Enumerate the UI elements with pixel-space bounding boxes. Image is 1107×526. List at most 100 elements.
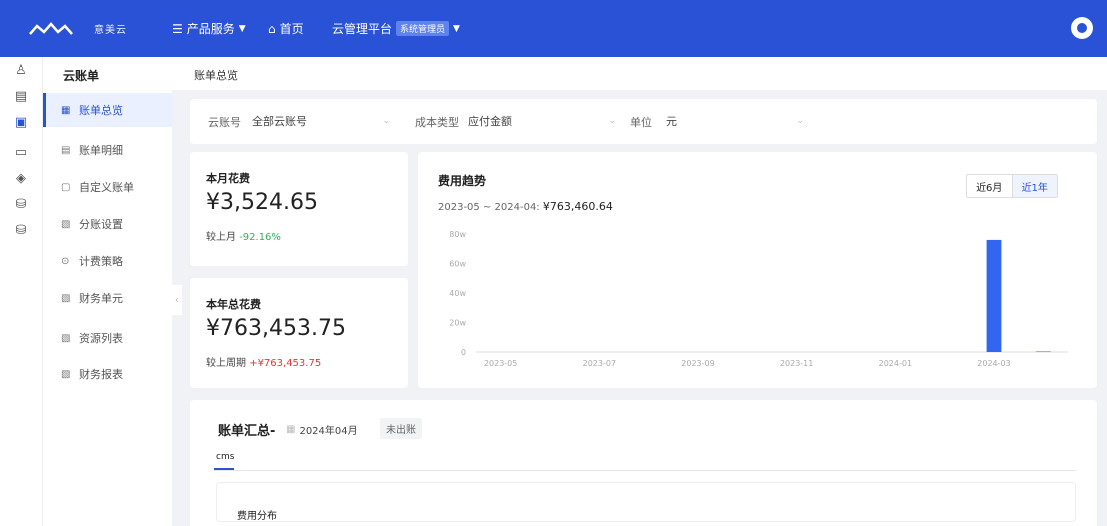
y-tick-label: 0 bbox=[461, 348, 466, 357]
summary-title: 账单汇总- bbox=[218, 424, 276, 439]
tab-cms[interactable]: cms bbox=[216, 452, 234, 462]
range-total: ¥763,460.64 bbox=[542, 200, 613, 213]
trend-range: 2023-05 ~ 2024-04: ¥763,460.64 bbox=[438, 200, 613, 213]
page-title: 账单总览 bbox=[194, 69, 238, 82]
compare-value: +¥763,453.75 bbox=[249, 358, 322, 369]
nav-home-label: 首页 bbox=[279, 22, 304, 36]
icon-rail: ♙ ▤ ▣ ▭ ◈ ⛁ ⛁ bbox=[0, 57, 42, 526]
nav-products-label: 产品服务 bbox=[186, 22, 235, 36]
compare-label: 较上周期 bbox=[206, 358, 246, 369]
y-tick-label: 20w bbox=[449, 319, 466, 328]
x-tick-label: 2023-11 bbox=[780, 359, 813, 368]
kpi-year-title: 本年总花费 bbox=[206, 298, 261, 311]
sidebar-item-resource-list[interactable]: ▧ 资源列表 bbox=[43, 321, 173, 355]
nav-home[interactable]: ⌂ 首页 bbox=[268, 20, 304, 37]
sidebar-item-billing-policy[interactable]: ⊙ 计费策略 bbox=[43, 244, 173, 278]
sidebar-item-finance-unit[interactable]: ▧ 财务单元 bbox=[43, 281, 173, 315]
dashboard-icon[interactable]: ▤ bbox=[13, 89, 29, 105]
sidebar-item-bill-detail[interactable]: ▤ 账单明细 bbox=[43, 133, 173, 167]
x-tick-label: 2023-07 bbox=[583, 359, 616, 368]
x-tick-label: 2024-01 bbox=[879, 359, 912, 368]
custom-icon: ▢ bbox=[61, 181, 71, 193]
kpi-month-compare: 较上月 -92.16% bbox=[206, 228, 281, 243]
kpi-year-value: ¥763,453.75 bbox=[206, 316, 346, 341]
bar-2024-03[interactable] bbox=[986, 239, 1002, 352]
toggle-6-months[interactable]: 近6月 bbox=[967, 175, 1013, 197]
database-icon[interactable]: ⛁ bbox=[13, 197, 29, 213]
shield-icon[interactable]: ◈ bbox=[13, 171, 29, 187]
sidebar-item-label: 分账设置 bbox=[79, 218, 123, 231]
storage-icon[interactable]: ⛁ bbox=[13, 223, 29, 239]
range-toggle: 近6月 近1年 bbox=[966, 174, 1058, 198]
collapse-sidebar-button[interactable]: ‹ bbox=[172, 285, 182, 315]
chevron-down-icon: ▼ bbox=[238, 23, 246, 34]
logo-mark-icon bbox=[29, 22, 73, 35]
summary-month-picker[interactable]: ▦ 2024年04月 bbox=[286, 422, 358, 437]
kpi-year-card: 本年总花费 ¥763,453.75 较上周期 +¥763,453.75 bbox=[190, 278, 408, 388]
menu-title: 云账单 bbox=[63, 69, 100, 83]
users-icon[interactable]: ♙ bbox=[13, 63, 29, 79]
logo-text: 意美云 bbox=[94, 24, 127, 36]
summary-month-value: 2024年04月 bbox=[299, 426, 358, 437]
bill-icon[interactable]: ▣ bbox=[13, 115, 29, 131]
sidebar-item-label: 资源列表 bbox=[79, 332, 123, 345]
chevron-left-icon: ‹ bbox=[175, 294, 179, 306]
home-icon: ⌂ bbox=[268, 21, 276, 36]
chevron-down-icon: ▼ bbox=[453, 23, 460, 34]
unit-select[interactable]: 元 ⌄ bbox=[660, 111, 810, 131]
status-badge: 未出账 bbox=[380, 418, 422, 439]
unit-select-value: 元 bbox=[666, 115, 677, 128]
sidebar-item-label: 财务单元 bbox=[79, 292, 123, 305]
compare-label: 较上月 bbox=[206, 232, 236, 243]
tab-divider bbox=[214, 470, 1076, 471]
toggle-1-year[interactable]: 近1年 bbox=[1012, 175, 1057, 197]
kpi-month-title: 本月花费 bbox=[206, 172, 250, 185]
x-tick-label: 2023-05 bbox=[484, 359, 517, 368]
top-nav-bar: 意美云 ☰ 产品服务 ▼ ⌂ 首页 云管理平台 系统管理员 ▼ bbox=[0, 0, 1107, 57]
distribution-title: 费用分布 bbox=[237, 511, 277, 522]
sidebar-item-label: 自定义账单 bbox=[79, 181, 134, 194]
y-tick-label: 80w bbox=[449, 230, 466, 239]
range-label: 2023-05 ~ 2024-04: bbox=[438, 202, 540, 213]
logo[interactable]: 意美云 bbox=[28, 18, 127, 38]
role-badge: 系统管理员 bbox=[396, 21, 450, 36]
account-select-value: 全部云账号 bbox=[252, 115, 307, 128]
sidebar-item-custom-bill[interactable]: ▢ 自定义账单 bbox=[43, 170, 173, 204]
unit-icon: ▧ bbox=[61, 292, 71, 304]
sidebar-item-label: 计费策略 bbox=[79, 255, 123, 268]
sidebar-item-finance-report[interactable]: ▧ 财务报表 bbox=[43, 357, 173, 391]
nav-products-menu[interactable]: ☰ 产品服务 ▼ bbox=[172, 20, 246, 37]
side-menu: 云账单 ▦ 账单总览 ▤ 账单明细 ▢ 自定义账单 ▧ 分账设置 ⊙ 计费策略 ▧ 财务单元… bbox=[42, 57, 173, 526]
compare-value: -92.16% bbox=[239, 232, 281, 243]
account-label: 云账号 bbox=[208, 116, 241, 129]
menu-icon: ☰ bbox=[172, 21, 183, 36]
sidebar-item-label: 账单明细 bbox=[79, 144, 123, 157]
chevron-down-icon: ⌄ bbox=[608, 116, 616, 126]
cost-type-select-value: 应付金额 bbox=[468, 115, 512, 128]
cost-type-label: 成本类型 bbox=[415, 116, 459, 129]
resource-icon: ▧ bbox=[61, 332, 71, 344]
user-icon bbox=[1077, 23, 1087, 33]
x-tick-label: 2023-09 bbox=[681, 359, 714, 368]
sidebar-item-label: 财务报表 bbox=[79, 368, 123, 381]
y-tick-label: 40w bbox=[449, 289, 466, 298]
sidebar-item-split-settings[interactable]: ▧ 分账设置 bbox=[43, 207, 173, 241]
cost-type-select[interactable]: 应付金额 ⌄ bbox=[462, 111, 622, 131]
sidebar-item-bill-overview[interactable]: ▦ 账单总览 bbox=[43, 93, 173, 127]
monitor-icon[interactable]: ▭ bbox=[13, 145, 29, 161]
user-avatar[interactable] bbox=[1071, 17, 1093, 39]
bar-2024-04[interactable] bbox=[1035, 351, 1051, 352]
nav-cloud-platform-label: 云管理平台 bbox=[332, 22, 393, 36]
chevron-down-icon: ⌄ bbox=[382, 116, 390, 126]
policy-icon: ⊙ bbox=[61, 255, 70, 267]
trend-title: 费用趋势 bbox=[438, 174, 487, 188]
breadcrumb: 账单总览 bbox=[172, 57, 1107, 90]
filter-bar: 云账号 全部云账号 ⌄ 成本类型 应付金额 ⌄ 单位 元 ⌄ bbox=[190, 99, 1097, 144]
overview-icon: ▦ bbox=[61, 104, 71, 116]
kpi-month-card: 本月花费 ¥3,524.65 较上月 -92.16% bbox=[190, 152, 408, 266]
chevron-down-icon: ⌄ bbox=[796, 116, 804, 126]
unit-label: 单位 bbox=[630, 116, 652, 129]
nav-cloud-platform[interactable]: 云管理平台 系统管理员 ▼ bbox=[332, 20, 460, 37]
account-select[interactable]: 全部云账号 ⌄ bbox=[246, 111, 396, 131]
y-tick-label: 60w bbox=[449, 260, 466, 269]
